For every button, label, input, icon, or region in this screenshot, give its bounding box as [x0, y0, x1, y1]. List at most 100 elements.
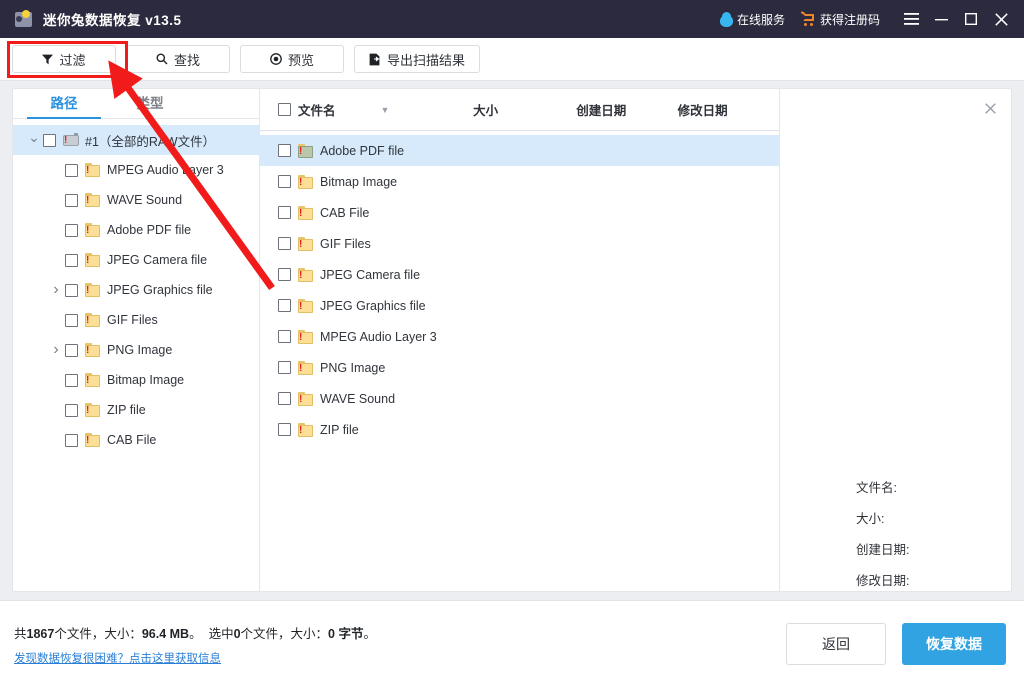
tree-item-label: Adobe PDF file	[107, 223, 192, 237]
status-total-suffix: 。	[189, 627, 202, 641]
tree-item-checkbox[interactable]	[43, 133, 56, 147]
help-link[interactable]: 发现数据恢复很困难？点击这里获取信息	[14, 650, 221, 666]
tree-item-checkbox[interactable]	[65, 193, 78, 207]
tree-item-checkbox[interactable]	[65, 313, 78, 327]
tree-item[interactable]: ›! JPEG Graphics file	[13, 275, 259, 305]
tree-item[interactable]: ›! PNG Image	[13, 335, 259, 365]
table-row[interactable]: ! GIF Files	[260, 228, 779, 259]
tree-item[interactable]: ! Adobe PDF file	[13, 215, 259, 245]
hamburger-menu-icon[interactable]	[896, 0, 926, 38]
tree-item[interactable]: ! WAVE Sound	[13, 185, 259, 215]
table-row[interactable]: ! MPEG Audio Layer 3	[260, 321, 779, 352]
cell-filename: Adobe PDF file	[320, 143, 405, 158]
filter-button[interactable]: 过滤	[12, 45, 116, 73]
status-selected-suffix: 。	[363, 627, 376, 641]
tree-item-label: JPEG Graphics file	[107, 283, 213, 297]
tab-path[interactable]: 路径	[21, 92, 107, 119]
status-total-prefix: 共	[14, 627, 27, 641]
row-checkbox[interactable]	[278, 392, 291, 405]
column-header-filename[interactable]: 文件名 ▼	[298, 100, 473, 119]
maximize-icon[interactable]	[956, 0, 986, 38]
select-all-checkbox[interactable]	[278, 103, 291, 116]
row-checkbox[interactable]	[278, 299, 291, 312]
tree-item-checkbox[interactable]	[65, 253, 78, 267]
tree-item[interactable]: ! ZIP file	[13, 395, 259, 425]
row-checkbox[interactable]	[278, 144, 291, 157]
title-bar-actions: 在线服务 获得注册码	[719, 0, 1024, 38]
application-window: 迷你兔数据恢复 v13.5 在线服务 获得注册码 过滤 查找 预览 导出扫描结果…	[0, 0, 1024, 683]
tree-item-checkbox[interactable]	[65, 343, 78, 357]
tree-item-label: PNG Image	[107, 343, 173, 357]
raw-folder-icon: !	[298, 298, 313, 313]
raw-folder-icon: !	[85, 373, 100, 387]
table-row[interactable]: ! JPEG Graphics file	[260, 290, 779, 321]
app-logo-icon	[14, 9, 34, 29]
tree-item[interactable]: ! CAB File	[13, 425, 259, 455]
raw-folder-icon: !	[298, 267, 313, 282]
details-field-list: 文件名: 大小: 创建日期: 修改日期:	[856, 477, 909, 601]
search-button[interactable]: 查找	[126, 45, 230, 73]
file-type-tree: ⌄! #1（全部的RAW文件）! MPEG Audio Layer 3! WAVE S…	[13, 119, 259, 591]
column-header-size[interactable]: 大小	[473, 100, 576, 119]
table-row[interactable]: ! CAB File	[260, 197, 779, 228]
column-header-modified[interactable]: 修改日期	[678, 100, 779, 119]
tree-item[interactable]: ⌄! #1（全部的RAW文件）	[13, 125, 259, 155]
tree-item-checkbox[interactable]	[65, 403, 78, 417]
row-checkbox[interactable]	[278, 206, 291, 219]
table-row[interactable]: ! Bitmap Image	[260, 166, 779, 197]
status-total-size: 96.4 MB	[141, 627, 190, 641]
row-checkbox[interactable]	[278, 175, 291, 188]
row-checkbox[interactable]	[278, 361, 291, 374]
detail-field-label: 创建日期:	[856, 543, 910, 557]
row-checkbox[interactable]	[278, 237, 291, 250]
minimize-icon[interactable]	[926, 0, 956, 38]
online-service-button[interactable]: 在线服务	[719, 11, 785, 28]
tree-item-label: WAVE Sound	[107, 193, 183, 207]
table-row[interactable]: ! PNG Image	[260, 352, 779, 383]
tree-item-label: GIF Files	[107, 313, 158, 327]
details-close-icon[interactable]	[981, 99, 999, 117]
row-checkbox[interactable]	[278, 330, 291, 343]
back-button[interactable]: 返回	[786, 623, 886, 665]
raw-folder-icon: !	[298, 174, 313, 189]
tree-item-checkbox[interactable]	[65, 163, 78, 177]
raw-folder-icon: !	[85, 313, 100, 327]
cell-filename: ZIP file	[320, 422, 359, 437]
row-checkbox[interactable]	[278, 268, 291, 281]
cell-filename: WAVE Sound	[320, 391, 396, 406]
status-total-files: 1867	[26, 627, 55, 641]
row-checkbox[interactable]	[278, 423, 291, 436]
device-icon: !	[63, 133, 79, 147]
raw-folder-icon: !	[85, 223, 100, 237]
tree-item-checkbox[interactable]	[65, 373, 78, 387]
get-license-button[interactable]: 获得注册码	[800, 11, 880, 28]
table-row[interactable]: ! JPEG Camera file	[260, 259, 779, 290]
tree-item-checkbox[interactable]	[65, 433, 78, 447]
column-header-created[interactable]: 创建日期	[576, 100, 677, 119]
raw-folder-icon: !	[298, 205, 313, 220]
tree-item[interactable]: ! MPEG Audio Layer 3	[13, 155, 259, 185]
tree-item[interactable]: ! GIF Files	[13, 305, 259, 335]
chevron-right-icon[interactable]: ›	[47, 281, 65, 299]
close-icon[interactable]	[986, 0, 1016, 38]
chevron-right-icon[interactable]: ›	[47, 341, 65, 359]
tree-item-checkbox[interactable]	[65, 283, 78, 297]
detail-field: 创建日期:	[856, 539, 909, 558]
chevron-down-icon[interactable]: ⌄	[25, 129, 43, 151]
raw-folder-icon: !	[298, 422, 313, 437]
tab-type[interactable]: 类型	[107, 92, 193, 118]
tree-item[interactable]: ! JPEG Camera file	[13, 245, 259, 275]
status-selected-size: 0 字节	[328, 627, 364, 641]
table-row[interactable]: ! WAVE Sound	[260, 383, 779, 414]
preview-button[interactable]: 预览	[240, 45, 344, 73]
detail-field-label: 修改日期:	[856, 574, 910, 588]
recover-data-button[interactable]: 恢复数据	[902, 623, 1006, 665]
table-row[interactable]: ! Adobe PDF file	[260, 135, 779, 166]
tree-item[interactable]: ! Bitmap Image	[13, 365, 259, 395]
export-results-button[interactable]: 导出扫描结果	[354, 45, 481, 73]
detail-field: 文件名:	[856, 477, 909, 496]
penguin-icon	[719, 11, 733, 27]
table-row[interactable]: ! ZIP file	[260, 414, 779, 445]
tree-item-label: CAB File	[107, 433, 157, 447]
tree-item-checkbox[interactable]	[65, 223, 78, 237]
